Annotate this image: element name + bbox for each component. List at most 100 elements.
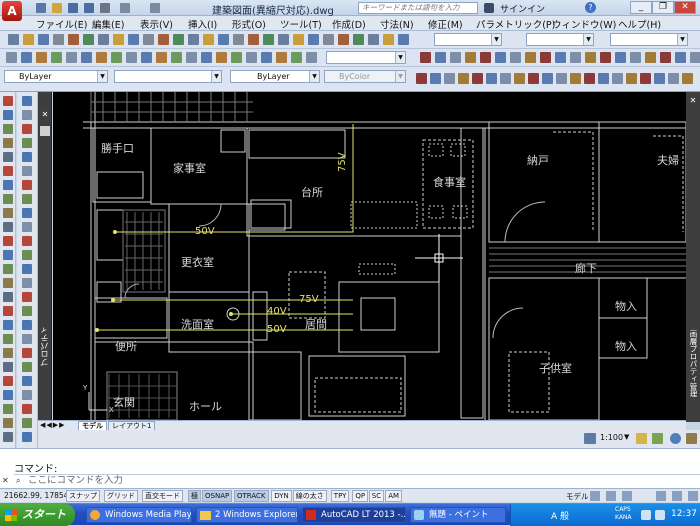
layer-palette-close-icon[interactable]: ✕ xyxy=(688,96,698,106)
draw-tool-icon[interactable] xyxy=(22,432,32,442)
draw-tool-icon[interactable] xyxy=(668,73,679,84)
volume-icon[interactable] xyxy=(655,510,665,520)
draw-tool-icon[interactable] xyxy=(22,390,32,400)
modify-tool-icon[interactable] xyxy=(3,376,13,386)
standard-tool-icon[interactable] xyxy=(293,34,304,45)
modify-tool-icon[interactable] xyxy=(660,52,671,63)
menu-file[interactable]: ファイル(E) xyxy=(36,17,87,31)
modify-tool-icon[interactable] xyxy=(3,166,13,176)
open-icon[interactable] xyxy=(52,3,62,13)
tab-nav-arrows[interactable]: ◀◀▶▶ xyxy=(40,421,66,429)
draw-tool-icon[interactable] xyxy=(22,404,32,414)
workspace-tool-icon[interactable] xyxy=(66,52,77,63)
modify-tool-icon[interactable] xyxy=(3,306,13,316)
modify-tool-icon[interactable] xyxy=(420,52,431,63)
menu-parametric[interactable]: パラメトリック(P) xyxy=(476,17,555,31)
undo-icon[interactable] xyxy=(120,3,130,13)
workspace-tool-icon[interactable] xyxy=(111,52,122,63)
standard-tool-icon[interactable] xyxy=(353,34,364,45)
draw-tool-icon[interactable] xyxy=(612,73,623,84)
command-input[interactable]: ✕ ⌕ ここにコマンドを入力 xyxy=(2,474,700,487)
annotation-scale-icon[interactable] xyxy=(584,433,596,444)
workspace-tool-icon[interactable] xyxy=(261,52,272,63)
modify-tool-icon[interactable] xyxy=(3,292,13,302)
status-toggle-button[interactable]: 極 xyxy=(188,490,201,502)
command-close-icon[interactable]: ✕ xyxy=(2,475,9,487)
standard-tool-icon[interactable] xyxy=(278,34,289,45)
status-toggle-button[interactable]: AM xyxy=(385,490,403,502)
network-icon[interactable] xyxy=(641,510,651,520)
draw-tool-icon[interactable] xyxy=(556,73,567,84)
status-toggle-button[interactable]: QP xyxy=(352,490,369,502)
standard-tool-icon[interactable] xyxy=(383,34,394,45)
workspace-tool-icon[interactable] xyxy=(36,52,47,63)
draw-tool-icon[interactable] xyxy=(458,73,469,84)
status-toggle-button[interactable]: スナップ xyxy=(66,490,100,502)
modify-tool-icon[interactable] xyxy=(525,52,536,63)
draw-tool-icon[interactable] xyxy=(22,292,32,302)
status-fullscreen-icon[interactable] xyxy=(688,491,698,501)
status-toggle-button[interactable]: SC xyxy=(368,490,385,502)
draw-tool-icon[interactable] xyxy=(500,73,511,84)
standard-tool-icon[interactable] xyxy=(158,34,169,45)
menu-modify[interactable]: 修正(M) xyxy=(428,17,463,31)
draw-tool-icon[interactable] xyxy=(654,73,665,84)
palette-options-icon[interactable] xyxy=(40,126,50,136)
standard-tool-icon[interactable] xyxy=(23,34,34,45)
draw-tool-icon[interactable] xyxy=(22,250,32,260)
model-space-button[interactable]: モデル xyxy=(566,491,589,502)
search-input[interactable]: キーワードまたは語句を入力 xyxy=(358,2,478,14)
modify-tool-icon[interactable] xyxy=(3,152,13,162)
draw-tool-icon[interactable] xyxy=(22,418,32,428)
status-toggle-button[interactable]: 線の太さ xyxy=(292,490,327,502)
workspace-tool-icon[interactable] xyxy=(126,52,137,63)
workspace-tool-icon[interactable] xyxy=(276,52,287,63)
annotation-scale[interactable]: 1:100 xyxy=(600,433,623,442)
draw-tool-icon[interactable] xyxy=(22,124,32,134)
standard-tool-icon[interactable] xyxy=(308,34,319,45)
standard-tool-icon[interactable] xyxy=(323,34,334,45)
auto-scale-icon[interactable] xyxy=(652,433,663,444)
standard-tool-icon[interactable] xyxy=(233,34,244,45)
menu-tools[interactable]: ツール(T) xyxy=(280,17,322,31)
task-autocad[interactable]: AutoCAD LT 2013 -... xyxy=(302,507,406,523)
draw-tool-icon[interactable] xyxy=(626,73,637,84)
modify-tool-icon[interactable] xyxy=(435,52,446,63)
draw-tool-icon[interactable] xyxy=(22,96,32,106)
draw-tool-icon[interactable] xyxy=(682,73,693,84)
menu-draw[interactable]: 作成(D) xyxy=(332,17,366,31)
modify-tool-icon[interactable] xyxy=(585,52,596,63)
linetype-combo[interactable]: ByLayer ▼ xyxy=(230,70,320,83)
color-combo[interactable]: ▼ xyxy=(114,70,222,83)
modify-tool-icon[interactable] xyxy=(615,52,626,63)
draw-tool-icon[interactable] xyxy=(22,152,32,162)
workspace-tool-icon[interactable] xyxy=(96,52,107,63)
status-toggle-button[interactable]: 直交モード xyxy=(142,490,183,502)
standard-tool-icon[interactable] xyxy=(248,34,259,45)
menu-help[interactable]: ヘルプ(H) xyxy=(618,17,661,31)
start-button[interactable]: スタート xyxy=(0,504,75,526)
standard-tool-icon[interactable] xyxy=(173,34,184,45)
status-grid-icon[interactable] xyxy=(590,491,600,501)
save-icon[interactable] xyxy=(68,3,78,13)
workspace-tool-icon[interactable] xyxy=(141,52,152,63)
print-icon[interactable] xyxy=(100,3,110,13)
draw-tool-icon[interactable] xyxy=(22,348,32,358)
tablestyle-combo[interactable]: ▼ xyxy=(610,33,688,46)
draw-tool-icon[interactable] xyxy=(542,73,553,84)
palette-close-icon[interactable]: ✕ xyxy=(40,110,50,120)
task-media-player[interactable]: Windows Media Player xyxy=(86,507,192,523)
lock-icon[interactable] xyxy=(686,433,697,444)
binoculars-icon[interactable] xyxy=(484,3,494,13)
draw-tool-icon[interactable] xyxy=(416,73,427,84)
draw-tool-icon[interactable] xyxy=(22,194,32,204)
command-search-icon[interactable]: ⌕ xyxy=(16,475,20,487)
workspace-tool-icon[interactable] xyxy=(51,52,62,63)
plotstyle-combo[interactable]: ByColor ▼ xyxy=(324,70,406,83)
menu-dimension[interactable]: 寸法(N) xyxy=(380,17,414,31)
status-view-icon[interactable] xyxy=(606,491,616,501)
modify-tool-icon[interactable] xyxy=(3,404,13,414)
dimstyle-combo[interactable]: ▼ xyxy=(526,33,594,46)
standard-tool-icon[interactable] xyxy=(128,34,139,45)
standard-tool-icon[interactable] xyxy=(203,34,214,45)
